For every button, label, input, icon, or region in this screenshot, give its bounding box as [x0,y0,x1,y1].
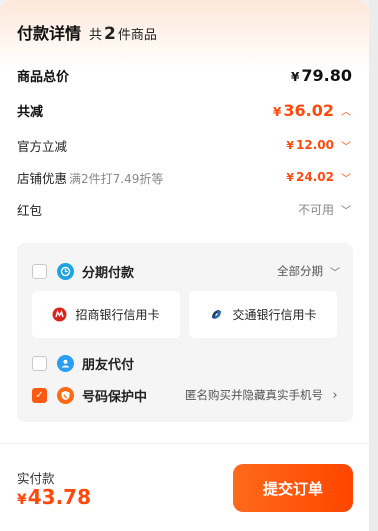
chevron-up-icon[interactable]: ︿ [340,103,352,118]
payment-options-box: 分期付款 全部分期 ﹀ 招商银行信用卡 交通银行信用卡 朋友代付 ✓ 号码保护中… [17,243,353,422]
bank-card-list: 招商银行信用卡 交通银行信用卡 [32,291,337,338]
installment-option[interactable]: 分期付款 全部分期 ﹀ [32,262,341,281]
bank-card-bocom[interactable]: 交通银行信用卡 [189,291,337,338]
friend-pay-checkbox[interactable] [32,355,47,371]
official-discount-row: 官方立减 ¥12.00 ﹀ [17,137,352,154]
bank-card-label: 招商银行信用卡 [75,308,160,322]
chevron-down-icon[interactable]: ﹀ [340,138,352,153]
bank-card-cmb[interactable]: 招商银行信用卡 [32,291,180,338]
number-protect-option[interactable]: ✓ 号码保护中 匿名购买并隐藏真实手机号 › [32,386,341,405]
discount-row[interactable]: 共减 ¥36.02 ︿ [17,100,352,120]
installment-selector[interactable]: 全部分期 ﹀ [277,263,341,279]
chevron-right-icon: › [332,387,338,403]
friend-pay-icon [57,354,74,372]
red-packet-row[interactable]: 红包 不可用 ﹀ [17,201,352,218]
total-price-value: ¥79.80 [291,65,352,85]
store-discount-value: ¥24.02 [286,170,334,184]
bocom-bank-icon [209,307,224,322]
installment-icon [57,262,74,280]
red-packet-status: 不可用 [297,202,334,217]
installment-checkbox[interactable] [32,263,47,279]
store-discount-label: 店铺优惠 满2件打7.49折等 [17,170,164,186]
friend-pay-label: 朋友代付 [82,357,135,373]
submit-order-button[interactable]: 提交订单 [233,464,353,512]
total-price-row: 商品总价 ¥79.80 [17,65,352,85]
bank-card-label: 交通银行信用卡 [232,308,317,322]
item-count: 共 2 件商品 [89,24,157,44]
checkout-footer: 实付款 ¥43.78 提交订单 [0,443,369,531]
payment-details-sheet: 付款详情 共 2 件商品 商品总价 ¥79.80 共减 ¥36.02 ︿ 官方立减 … [0,0,369,531]
official-discount-value: ¥12.00 [286,138,334,152]
official-discount-label: 官方立减 [17,138,68,154]
discount-value: ¥36.02 [273,100,334,120]
scrollbar-track[interactable] [369,0,378,531]
friend-pay-option[interactable]: 朋友代付 [32,354,341,373]
installment-label: 分期付款 [82,265,135,281]
sheet-header: 付款详情 共 2 件商品 [17,20,157,44]
store-discount-note: 满2件打7.49折等 [69,171,164,186]
number-protect-label: 号码保护中 [82,389,148,405]
number-protect-checkbox[interactable]: ✓ [32,387,47,403]
discount-label: 共减 [17,104,44,120]
chevron-down-icon: ﹀ [330,267,340,279]
number-protect-detail[interactable]: 匿名购买并隐藏真实手机号 › [185,387,341,403]
chevron-down-icon[interactable]: ﹀ [340,170,352,185]
cmb-bank-icon [52,307,67,322]
red-packet-label: 红包 [17,202,43,218]
chevron-down-icon[interactable]: ﹀ [340,202,352,217]
paid-amount: ¥43.78 [17,485,92,509]
total-price-label: 商品总价 [17,69,70,85]
shield-icon [57,386,74,404]
store-discount-row: 店铺优惠 满2件打7.49折等 ¥24.02 ﹀ [17,169,352,186]
page-title: 付款详情 [17,24,82,43]
